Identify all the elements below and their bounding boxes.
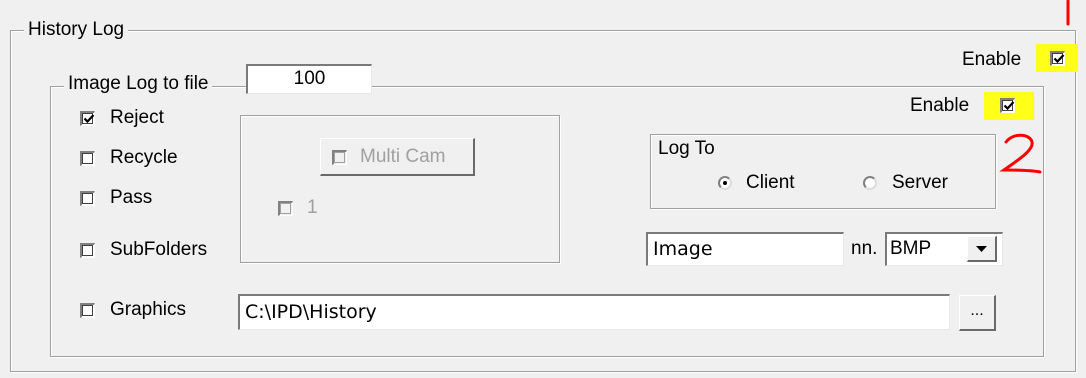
image-log-enable-label: Enable — [910, 95, 970, 116]
history-path-input[interactable]: C:\IPD\History — [238, 294, 950, 330]
radio-dot-icon — [723, 181, 727, 185]
history-log-enable-label: Enable — [962, 49, 1022, 70]
server-radio[interactable] — [863, 176, 877, 190]
extension-label: nn. — [851, 238, 878, 259]
history-log-title: History Log — [24, 19, 129, 41]
cam-1-checkbox[interactable] — [278, 201, 293, 216]
client-label: Client — [746, 172, 795, 193]
check-icon — [83, 114, 95, 124]
annotation-mark-2 — [999, 133, 1042, 174]
graphics-label: Graphics — [110, 299, 187, 320]
check-icon — [1053, 54, 1065, 64]
pass-checkbox[interactable] — [80, 191, 95, 206]
format-dropdown-button[interactable] — [967, 236, 997, 262]
image-log-count-input[interactable]: 100 — [246, 64, 372, 94]
log-to-title: Log To — [654, 138, 719, 160]
reject-checkbox[interactable] — [80, 111, 95, 126]
image-log-title: Image Log to file — [64, 73, 213, 95]
history-log-enable-checkbox[interactable] — [1050, 51, 1065, 66]
recycle-checkbox[interactable] — [80, 151, 95, 166]
browse-button[interactable]: ... — [959, 295, 996, 331]
subfolders-checkbox[interactable] — [80, 243, 95, 258]
pass-label: Pass — [110, 187, 153, 208]
client-radio[interactable] — [718, 176, 732, 190]
server-label: Server — [892, 172, 948, 193]
check-icon — [1003, 101, 1015, 111]
graphics-checkbox[interactable] — [80, 303, 95, 318]
recycle-label: Recycle — [110, 147, 178, 168]
reject-label: Reject — [110, 107, 164, 128]
filename-input[interactable]: Image — [646, 232, 844, 266]
browse-button-label: ... — [970, 302, 984, 319]
chevron-down-icon — [976, 246, 987, 252]
subfolders-label: SubFolders — [110, 239, 208, 260]
format-select[interactable]: BMP — [885, 232, 1003, 266]
format-select-value: BMP — [890, 238, 932, 259]
multi-cam-label: Multi Cam — [360, 146, 446, 167]
cam-1-label: 1 — [307, 197, 318, 218]
image-log-enable-checkbox[interactable] — [1000, 98, 1015, 113]
annotation-mark-1 — [1066, 0, 1070, 26]
multi-cam-checkbox[interactable] — [332, 150, 347, 165]
